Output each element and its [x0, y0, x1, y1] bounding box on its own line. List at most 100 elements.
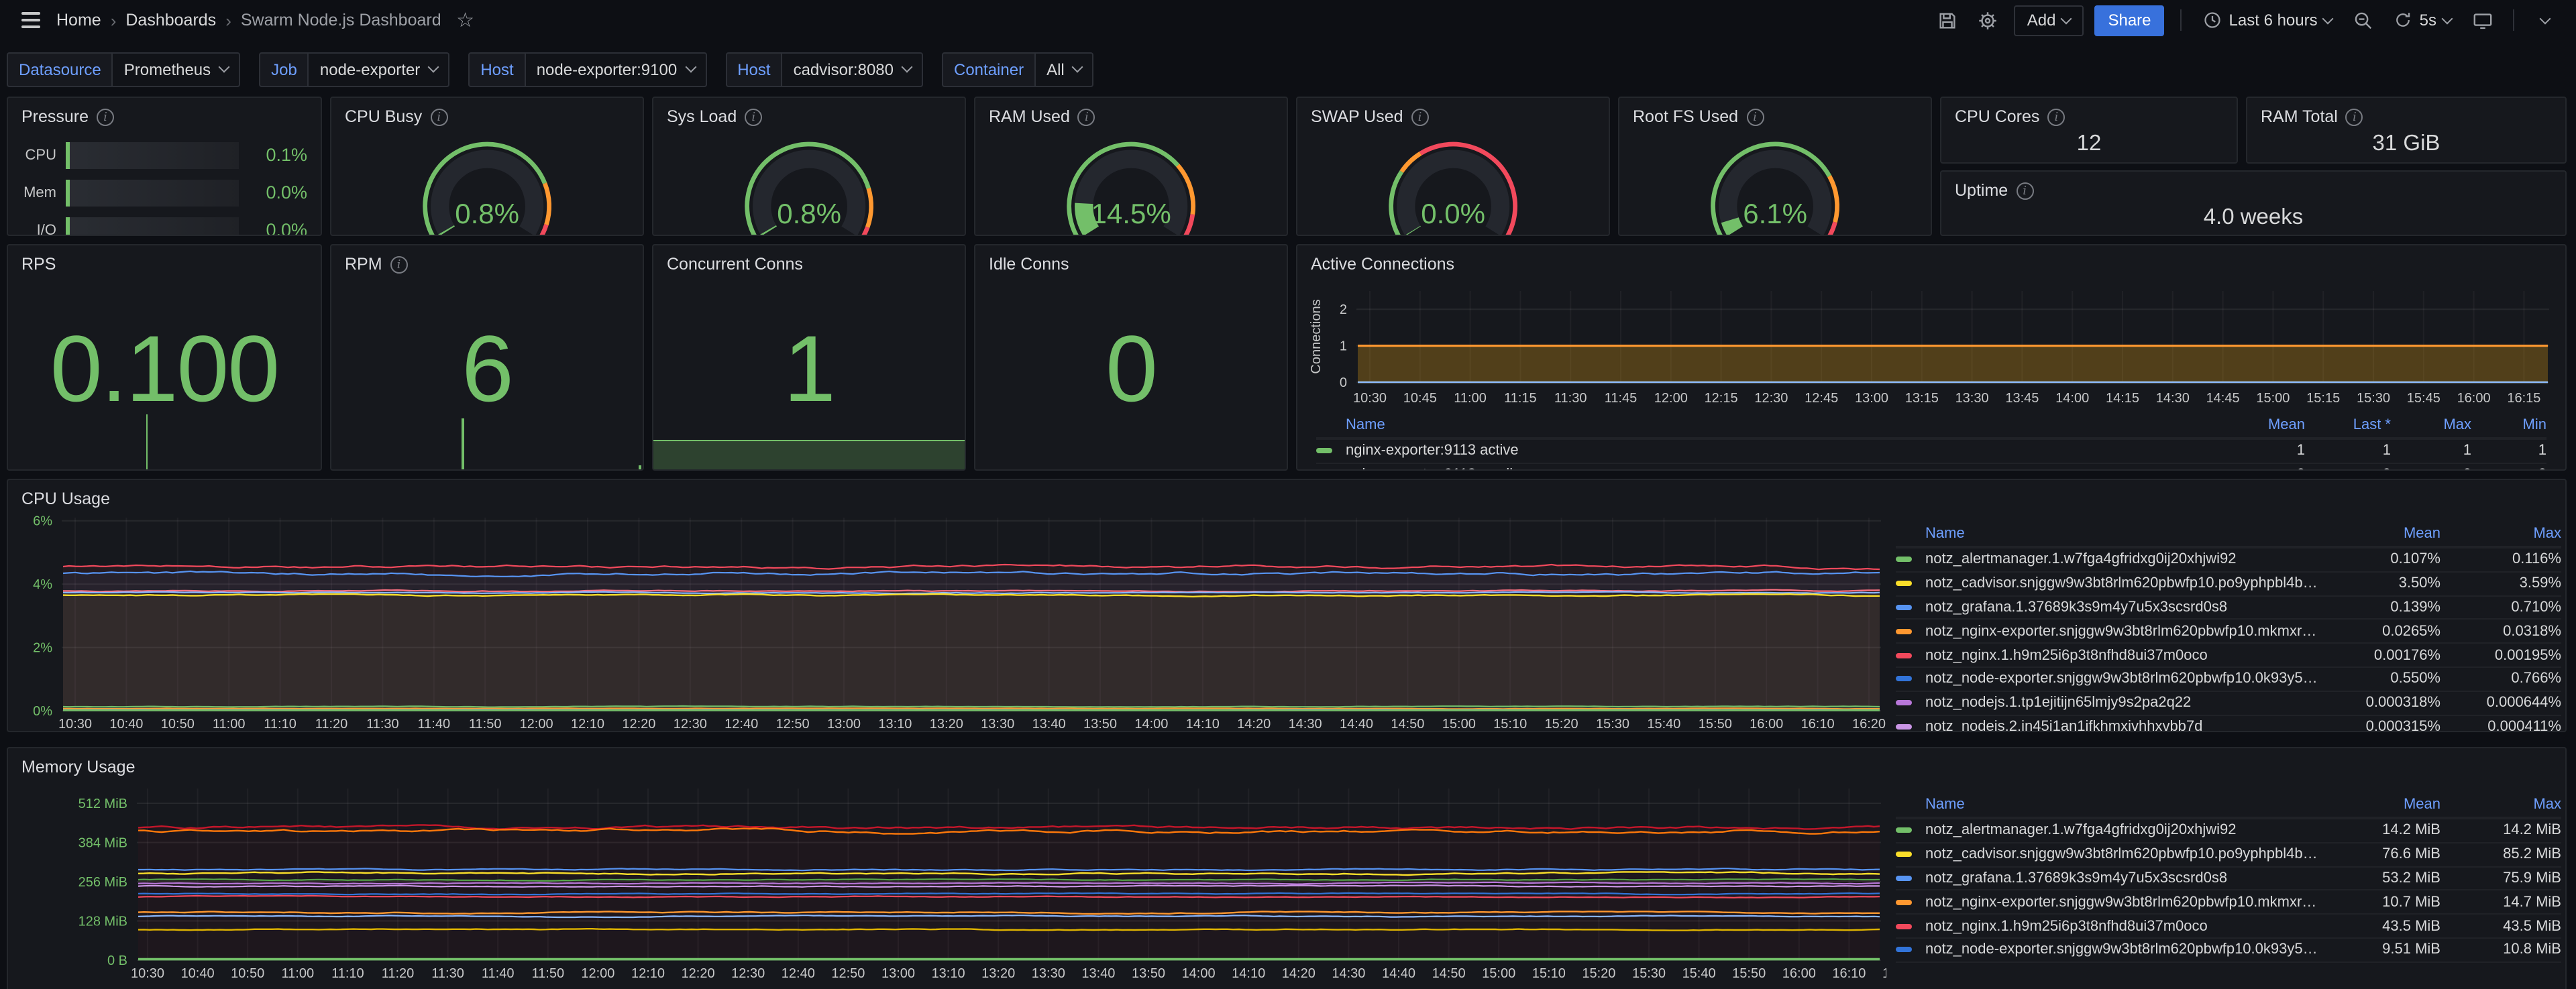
legend-column-header[interactable]: Max: [2449, 796, 2561, 812]
variable-value-dropdown[interactable]: node-exporter:9100: [526, 52, 707, 86]
panel-title[interactable]: SWAP Used: [1311, 107, 1403, 126]
breadcrumb-home[interactable]: Home: [56, 11, 101, 30]
info-icon[interactable]: i: [2016, 182, 2033, 199]
legend-column-header[interactable]: Mean: [2328, 796, 2440, 812]
legend-row[interactable]: notz_nginx-exporter.snjggw9w3bt8rlm620pb…: [1896, 619, 2561, 643]
variable-label[interactable]: Job: [259, 52, 309, 86]
variable-label[interactable]: Host: [725, 52, 782, 86]
legend-row[interactable]: notz_nodejs.1.tp1ejitijn65lmjy9s2pa2q220…: [1896, 691, 2561, 715]
svg-text:10:45: 10:45: [1403, 391, 1437, 406]
menu-icon[interactable]: [16, 5, 46, 35]
series-name[interactable]: notz_nodejs.1.tp1ejitijn65lmjy9s2pa2q22: [1925, 695, 2320, 711]
panel-title[interactable]: CPU Busy: [345, 107, 422, 126]
legend-column-header[interactable]: Name: [1925, 525, 2320, 541]
legend-row[interactable]: notz_nginx.1.h9m25i6p3t8nfhd8ui37m0oco0.…: [1896, 642, 2561, 666]
favorite-star-icon[interactable]: ☆: [451, 5, 480, 35]
panel-title[interactable]: Memory Usage: [21, 758, 136, 776]
save-dashboard-icon[interactable]: [1933, 5, 1963, 35]
info-icon[interactable]: i: [97, 108, 114, 125]
legend-row[interactable]: notz_node-exporter.snjggw9w3bt8rlm620pbw…: [1896, 937, 2561, 962]
panel-title[interactable]: Concurrent Conns: [667, 255, 803, 274]
panel-title[interactable]: Root FS Used: [1633, 107, 1738, 126]
series-name[interactable]: notz_nodejs.2.in45j1an1jfkhmxivhhxvbb7d: [1925, 719, 2320, 732]
series-name[interactable]: notz_alertmanager.1.w7fga4gfridxg0ij20xh…: [1925, 552, 2320, 568]
panel-title[interactable]: Active Connections: [1311, 255, 1454, 274]
panel-title[interactable]: Pressure: [21, 107, 89, 126]
legend-row[interactable]: notz_alertmanager.1.w7fga4gfridxg0ij20xh…: [1896, 818, 2561, 842]
panel-title[interactable]: RPM: [345, 255, 382, 274]
panel-title[interactable]: Uptime: [1955, 181, 2008, 200]
stat-value: 4.0 weeks: [1941, 200, 2565, 235]
variable-value-dropdown[interactable]: cadvisor:8080: [783, 52, 923, 86]
info-icon[interactable]: i: [430, 108, 447, 125]
add-button[interactable]: Add: [2014, 5, 2084, 36]
time-series-chart[interactable]: 10:3010:4010:5011:0011:1011:2011:3011:40…: [19, 775, 1886, 989]
svg-text:16:00: 16:00: [1782, 966, 1816, 981]
variable-value-dropdown[interactable]: All: [1036, 52, 1094, 86]
series-color-icon: [1896, 652, 1912, 658]
series-name[interactable]: notz_cadvisor.snjggw9w3bt8rlm620pbwfp10.…: [1925, 575, 2320, 591]
legend-column-header[interactable]: Name: [1925, 796, 2320, 812]
series-color-icon: [1896, 876, 1912, 881]
legend-row[interactable]: notz_node-exporter.snjggw9w3bt8rlm620pbw…: [1896, 666, 2561, 691]
legend-row[interactable]: notz_nginx-exporter.snjggw9w3bt8rlm620pb…: [1896, 890, 2561, 914]
variable-label[interactable]: Host: [468, 52, 525, 86]
legend-row[interactable]: notz_cadvisor.snjggw9w3bt8rlm620pbwfp10.…: [1896, 571, 2561, 595]
legend-column-header[interactable]: Mean: [2328, 525, 2440, 541]
legend-column-header[interactable]: Name: [1346, 416, 2222, 432]
series-name[interactable]: notz_nginx-exporter.snjggw9w3bt8rlm620pb…: [1925, 894, 2320, 911]
legend-row[interactable]: notz_alertmanager.1.w7fga4gfridxg0ij20xh…: [1896, 547, 2561, 571]
legend-column-header[interactable]: Last *: [2313, 416, 2391, 432]
legend-row[interactable]: notz_grafana.1.37689k3s9m4y7u5x3scsrd0s8…: [1896, 595, 2561, 619]
variable-label[interactable]: Container: [942, 52, 1036, 86]
legend-row[interactable]: notz_grafana.1.37689k3s9m4y7u5x3scsrd0s8…: [1896, 866, 2561, 890]
breadcrumb-dashboards[interactable]: Dashboards: [125, 11, 216, 30]
variable-value-dropdown[interactable]: Prometheus: [113, 52, 240, 86]
legend-row[interactable]: nginx-exporter:9113 active1111: [1316, 439, 2546, 463]
panel-title[interactable]: RAM Total: [2261, 107, 2338, 126]
legend-row[interactable]: notz_nodejs.2.in45j1an1jfkhmxivhhxvbb7d0…: [1896, 714, 2561, 732]
time-series-chart[interactable]: 10:3010:4511:0011:1511:3011:4512:0012:15…: [1308, 275, 2557, 421]
series-name[interactable]: notz_cadvisor.snjggw9w3bt8rlm620pbwfp10.…: [1925, 846, 2320, 862]
panel-title[interactable]: RPS: [21, 255, 56, 274]
info-icon[interactable]: i: [1411, 108, 1429, 125]
info-icon[interactable]: i: [2047, 108, 2065, 125]
refresh-picker[interactable]: 5s: [2389, 5, 2457, 36]
zoom-out-time-icon[interactable]: [2349, 5, 2378, 35]
time-series-chart[interactable]: 10:3010:4010:5011:0011:1011:2011:3011:40…: [19, 504, 1886, 732]
info-icon[interactable]: i: [1746, 108, 1764, 125]
legend-row[interactable]: notz_nginx.1.h9m25i6p3t8nfhd8ui37m0oco43…: [1896, 913, 2561, 937]
share-button[interactable]: Share: [2094, 5, 2164, 36]
series-name[interactable]: nginx-exporter:9113 reading: [1346, 467, 2222, 471]
legend-column-header[interactable]: Min: [2479, 416, 2546, 432]
legend-column-header[interactable]: Mean: [2230, 416, 2305, 432]
series-name[interactable]: nginx-exporter:9113 active: [1346, 443, 2222, 459]
info-icon[interactable]: i: [745, 108, 762, 125]
dashboard-settings-gear-icon[interactable]: [1974, 5, 2003, 35]
variable-value-dropdown[interactable]: node-exporter: [309, 52, 449, 86]
info-icon[interactable]: i: [2346, 108, 2363, 125]
kiosk-tv-icon[interactable]: [2467, 5, 2497, 35]
legend-column-header[interactable]: Max: [2399, 416, 2471, 432]
legend-row[interactable]: nginx-exporter:9113 reading0000: [1316, 463, 2546, 471]
time-range-picker[interactable]: Last 6 hours: [2198, 5, 2338, 36]
legend-row[interactable]: notz_cadvisor.snjggw9w3bt8rlm620pbwfp10.…: [1896, 842, 2561, 866]
panel-title[interactable]: RAM Used: [989, 107, 1070, 126]
panel-title[interactable]: CPU Cores: [1955, 107, 2039, 126]
series-name[interactable]: notz_grafana.1.37689k3s9m4y7u5x3scsrd0s8: [1925, 870, 2320, 886]
series-name[interactable]: notz_nginx.1.h9m25i6p3t8nfhd8ui37m0oco: [1925, 647, 2320, 663]
series-name[interactable]: notz_alertmanager.1.w7fga4gfridxg0ij20xh…: [1925, 823, 2320, 839]
series-name[interactable]: notz_node-exporter.snjggw9w3bt8rlm620pbw…: [1925, 671, 2320, 687]
series-name[interactable]: notz_nginx.1.h9m25i6p3t8nfhd8ui37m0oco: [1925, 918, 2320, 934]
series-name[interactable]: notz_nginx-exporter.snjggw9w3bt8rlm620pb…: [1925, 624, 2320, 640]
legend-column-header[interactable]: Max: [2449, 525, 2561, 541]
panel-title[interactable]: Sys Load: [667, 107, 737, 126]
info-icon[interactable]: i: [390, 255, 408, 273]
collapse-nav-chevron-icon[interactable]: [2530, 5, 2560, 35]
panel-title[interactable]: Idle Conns: [989, 255, 1069, 274]
variable-label[interactable]: Datasource: [7, 52, 113, 86]
series-name[interactable]: notz_node-exporter.snjggw9w3bt8rlm620pbw…: [1925, 942, 2320, 958]
series-name[interactable]: notz_grafana.1.37689k3s9m4y7u5x3scsrd0s8: [1925, 599, 2320, 616]
info-icon[interactable]: i: [1078, 108, 1095, 125]
panel-idle-conns: Idle Conns 0: [974, 244, 1288, 471]
